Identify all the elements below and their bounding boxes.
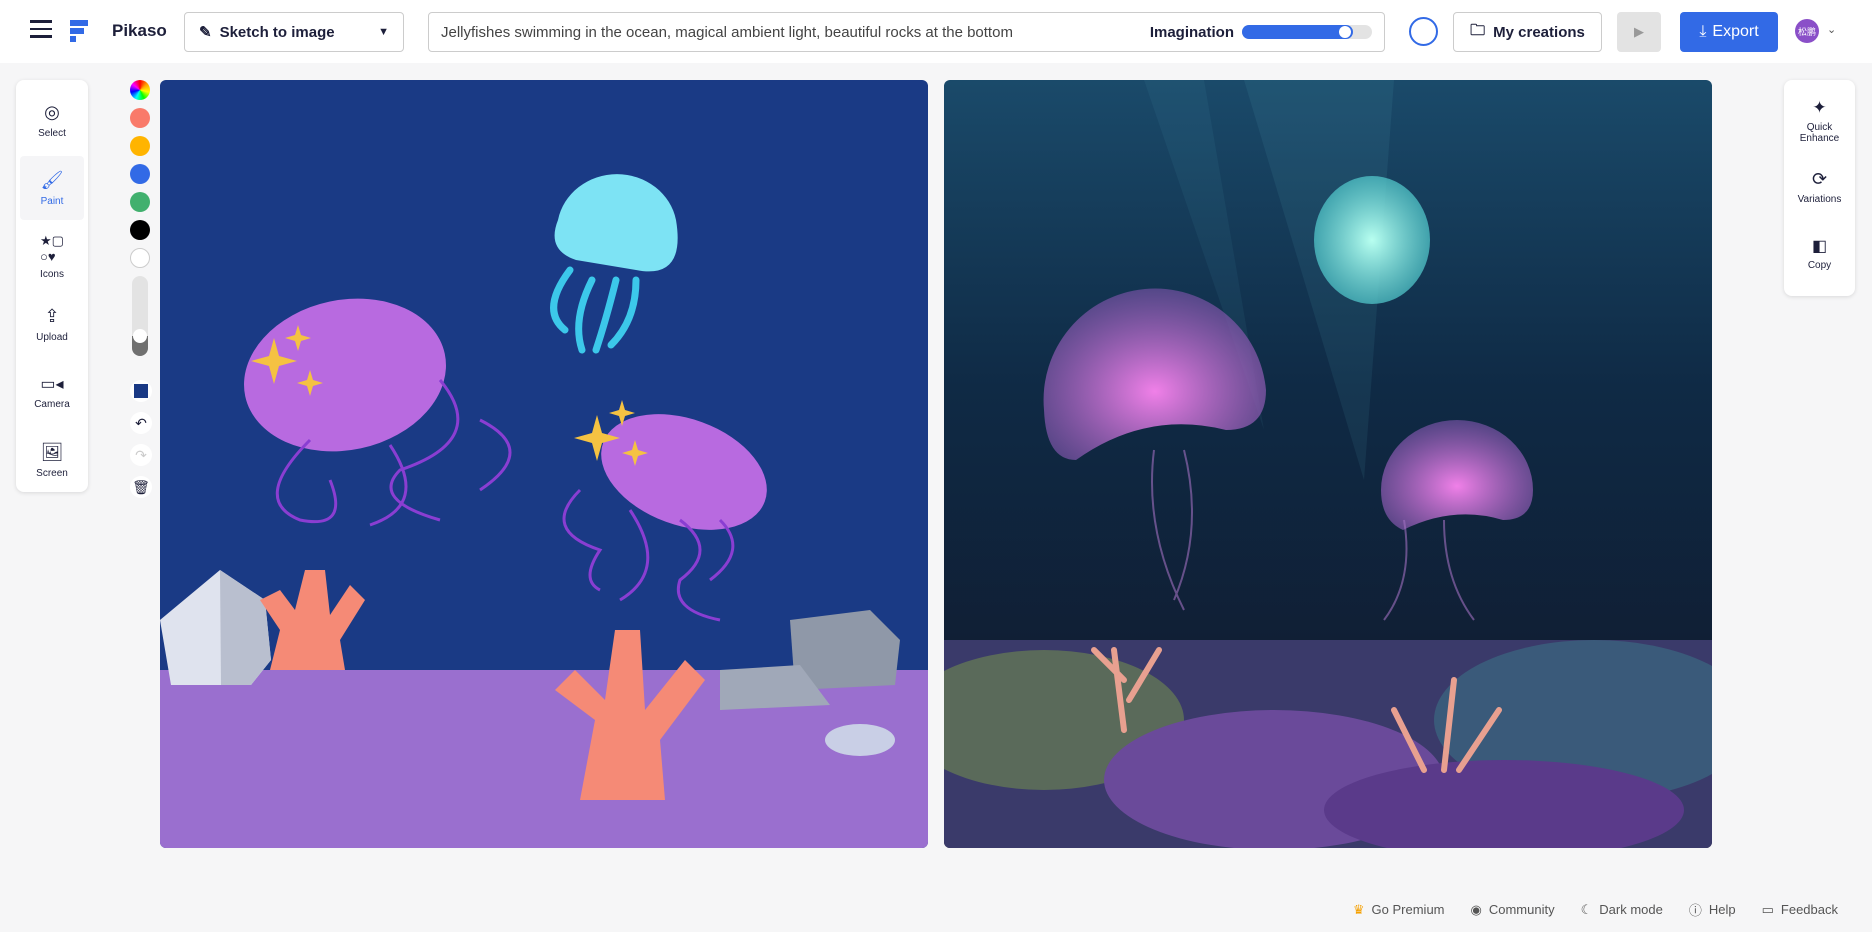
- feedback-link[interactable]: ▭ Feedback: [1762, 900, 1838, 919]
- moon-icon: ☾: [1581, 902, 1593, 918]
- color-palette: ↶ ↷ 🗑: [130, 80, 150, 508]
- sketch-canvas[interactable]: [160, 80, 928, 848]
- undo-icon[interactable]: ↶: [130, 412, 152, 434]
- tool-label: Quick Enhance: [1798, 122, 1842, 144]
- brand-name: Pikaso: [112, 21, 167, 41]
- tool-label: Select: [38, 128, 66, 139]
- footer-label: Help: [1709, 902, 1736, 917]
- pikaso-logo-icon: [70, 20, 88, 42]
- color-swatch[interactable]: [130, 220, 150, 240]
- refresh-icon: ⟳: [1812, 169, 1827, 190]
- prompt-input[interactable]: Jellyfishes swimming in the ocean, magic…: [428, 12, 1385, 52]
- prompt-text: Jellyfishes swimming in the ocean, magic…: [441, 24, 1013, 41]
- trash-icon[interactable]: 🗑: [130, 476, 152, 498]
- tool-icons[interactable]: ★▢○♥ Icons: [20, 224, 84, 288]
- copy-to-canvas-icon: ◧: [1812, 236, 1827, 256]
- current-color-swatch[interactable]: [130, 380, 152, 402]
- tool-label: Icons: [40, 269, 64, 280]
- color-swatch[interactable]: [130, 248, 150, 268]
- hamburger-menu-icon[interactable]: [30, 20, 52, 38]
- right-toolbar: ✦ Quick Enhance ⟳ Variations ◧ Copy: [1784, 80, 1855, 296]
- generated-image[interactable]: [944, 80, 1712, 848]
- pen-icon: ✎: [199, 23, 212, 41]
- color-swatch[interactable]: [130, 136, 150, 156]
- color-picker-wheel[interactable]: [130, 80, 150, 100]
- jellyfish-cyan: [1314, 176, 1430, 304]
- chevron-down-icon[interactable]: ⌄: [1827, 23, 1836, 36]
- color-swatch[interactable]: [130, 192, 150, 212]
- tool-paint[interactable]: 🖌 Paint: [20, 156, 84, 220]
- camera-icon: ▭◂: [40, 374, 63, 394]
- tool-label: Upload: [36, 332, 68, 343]
- variations-button[interactable]: ⟳ Variations: [1784, 154, 1855, 220]
- shapes-icon: ★▢○♥: [40, 233, 64, 264]
- upload-icon: ⇪: [44, 306, 59, 327]
- footer-links: ♛Go Premium ◉Community ☾Dark mode ⓘHelp …: [1353, 900, 1838, 919]
- avatar[interactable]: 松鹏: [1795, 19, 1819, 43]
- tool-screen[interactable]: 🖼 Screen: [20, 428, 84, 492]
- generation-status-ring: [1409, 17, 1438, 46]
- export-label: Export: [1712, 23, 1758, 41]
- footer-label: Community: [1489, 902, 1555, 917]
- redo-icon[interactable]: ↷: [130, 444, 152, 466]
- brush-size-slider[interactable]: [132, 276, 148, 356]
- help-link[interactable]: ⓘ Help: [1689, 900, 1736, 919]
- dark-mode-toggle[interactable]: ☾ Dark mode: [1581, 900, 1663, 919]
- my-creations-button[interactable]: 🗀 My creations: [1453, 12, 1602, 52]
- mode-label: Sketch to image: [220, 24, 335, 41]
- go-premium-link[interactable]: ♛ Go Premium: [1353, 900, 1445, 919]
- tool-label: Camera: [34, 399, 70, 410]
- caret-down-icon: ▼: [378, 26, 389, 38]
- imagination-slider[interactable]: [1242, 25, 1372, 39]
- tool-label: Copy: [1808, 260, 1831, 271]
- tool-label: Variations: [1798, 194, 1842, 205]
- crown-icon: ♛: [1353, 902, 1365, 918]
- color-swatch[interactable]: [130, 108, 150, 128]
- tool-upload[interactable]: ⇪ Upload: [20, 292, 84, 356]
- select-icon: ◎: [44, 102, 60, 123]
- tool-label: Screen: [36, 468, 68, 479]
- magic-wand-icon: ✦: [1812, 98, 1826, 118]
- mode-dropdown[interactable]: ✎ Sketch to image ▼: [184, 12, 404, 52]
- community-link[interactable]: ◉ Community: [1471, 900, 1555, 919]
- footer-label: Feedback: [1781, 902, 1838, 917]
- help-icon: ⓘ: [1689, 900, 1702, 919]
- footer-label: Go Premium: [1372, 902, 1445, 917]
- tool-label: Paint: [41, 196, 64, 207]
- copy-button[interactable]: ◧ Copy: [1784, 220, 1855, 286]
- export-button[interactable]: ⤓ Export: [1680, 12, 1778, 52]
- play-button[interactable]: ▶: [1617, 12, 1661, 52]
- top-bar: Pikaso ✎ Sketch to image ▼ Jellyfishes swi…: [0, 0, 1872, 63]
- tool-select[interactable]: ◎ Select: [20, 88, 84, 152]
- download-icon: ⤓: [1699, 23, 1706, 41]
- tool-camera[interactable]: ▭◂ Camera: [20, 360, 84, 424]
- my-creations-label: My creations: [1493, 24, 1585, 41]
- footer-label: Dark mode: [1599, 902, 1663, 917]
- brush-icon: 🖌: [41, 170, 64, 191]
- discord-icon: ◉: [1471, 902, 1482, 918]
- screen-icon: 🖼: [41, 442, 64, 463]
- left-toolbar: ◎ Select 🖌 Paint ★▢○♥ Icons ⇪ Upload ▭◂ Camer…: [16, 80, 88, 492]
- folder-icon: 🗀: [1470, 20, 1485, 45]
- quick-enhance-button[interactable]: ✦ Quick Enhance: [1784, 88, 1855, 154]
- color-swatch[interactable]: [130, 164, 150, 184]
- imagination-label: Imagination: [1150, 24, 1234, 41]
- chat-bubble-icon: ▭: [1762, 902, 1774, 918]
